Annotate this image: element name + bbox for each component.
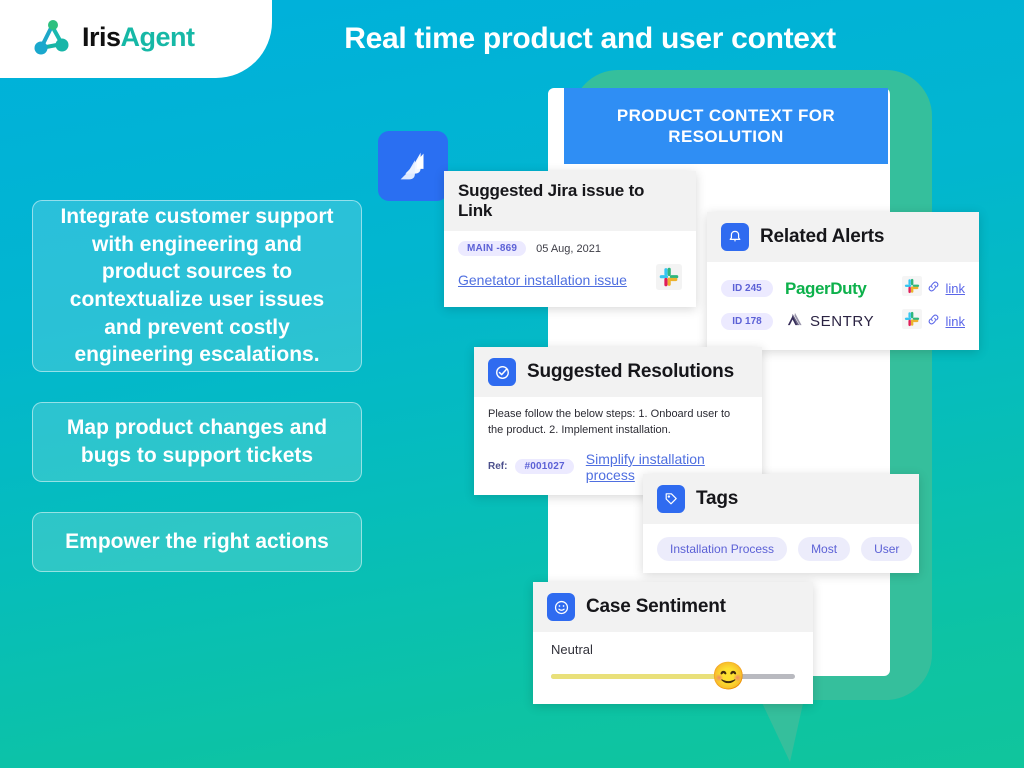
feature-card-3: Empower the right actions <box>32 512 362 572</box>
jira-meta-row: MAIN -869 05 Aug, 2021 <box>458 241 682 256</box>
case-sentiment-card[interactable]: Case Sentiment Neutral 😊 <box>533 582 813 704</box>
alert-id-badge: ID 245 <box>721 280 773 297</box>
sentiment-slider[interactable]: 😊 <box>551 661 795 691</box>
slack-icon[interactable] <box>902 309 923 334</box>
product-context-banner: PRODUCT CONTEXT FOR RESOLUTION <box>564 88 888 164</box>
tags-header: Tags <box>643 474 919 524</box>
suggested-jira-title: Suggested Jira issue to Link <box>458 181 645 220</box>
tags-body: Installation Process Most User <box>643 524 919 573</box>
feature-card-1: Integrate customer support with engineer… <box>32 200 362 372</box>
jira-issue-row: Genetator installation issue <box>458 264 682 295</box>
resolution-ref-label: Ref: <box>488 461 508 473</box>
jira-date: 05 Aug, 2021 <box>536 242 601 255</box>
suggested-jira-card[interactable]: Suggested Jira issue to Link MAIN -869 0… <box>444 171 696 307</box>
alert-actions: link <box>902 309 965 334</box>
case-sentiment-header: Case Sentiment <box>533 582 813 632</box>
brand-logo: IrisAgent <box>0 0 272 78</box>
feature-card-2-text: Map product changes and bugs to support … <box>66 416 328 467</box>
case-sentiment-title: Case Sentiment <box>586 596 726 617</box>
case-sentiment-body: Neutral 😊 <box>533 632 813 704</box>
suggested-jira-card-header: Suggested Jira issue to Link <box>444 171 696 231</box>
alert-link-label[interactable]: link <box>945 281 965 296</box>
alert-link-label[interactable]: link <box>945 314 965 329</box>
suggested-resolutions-title: Suggested Resolutions <box>527 361 734 382</box>
bell-icon <box>721 223 749 251</box>
infographic-canvas: IrisAgent Real time product and user con… <box>0 0 1024 768</box>
slack-icon[interactable] <box>902 276 923 301</box>
resolution-ref-badge: #001027 <box>515 459 574 475</box>
brand-wordmark: IrisAgent <box>82 22 195 53</box>
related-alerts-body: ID 245 PagerDuty link ID 178 SENTRY link <box>707 262 979 350</box>
check-circle-icon <box>488 358 516 386</box>
tag-icon <box>657 485 685 513</box>
feature-card-1-text: Integrate customer support with engineer… <box>60 204 334 367</box>
sentry-label: SENTRY <box>810 313 875 330</box>
tags-title: Tags <box>696 488 739 509</box>
alert-actions: link <box>902 276 965 301</box>
suggested-resolutions-card[interactable]: Suggested Resolutions Please follow the … <box>474 347 762 495</box>
alert-source: SENTRY <box>785 311 890 333</box>
related-alerts-card[interactable]: Related Alerts ID 245 PagerDuty link ID … <box>707 212 979 350</box>
alert-source: PagerDuty <box>785 279 890 299</box>
smiley-icon <box>547 593 575 621</box>
chain-link-icon[interactable] <box>927 313 940 331</box>
jira-issue-link[interactable]: Genetator installation issue <box>458 272 627 288</box>
related-alerts-title: Related Alerts <box>760 226 885 247</box>
tags-card[interactable]: Tags Installation Process Most User <box>643 474 919 573</box>
tag-chip[interactable]: Most <box>798 537 851 561</box>
suggested-jira-card-body: MAIN -869 05 Aug, 2021 Genetator install… <box>444 231 696 307</box>
brand-name-iris: Iris <box>82 21 121 52</box>
tag-list: Installation Process Most User <box>657 534 913 561</box>
pagerduty-logo: PagerDuty <box>785 278 867 298</box>
jira-issue-key-badge: MAIN -869 <box>458 241 527 256</box>
sentiment-value-label: Neutral <box>551 642 593 657</box>
molecule-icon <box>32 18 74 56</box>
tag-chip[interactable]: Installation Process <box>657 537 788 561</box>
feature-card-2: Map product changes and bugs to support … <box>32 402 362 482</box>
jira-icon <box>378 131 448 201</box>
table-row[interactable]: ID 178 SENTRY link <box>721 305 965 338</box>
suggested-resolutions-header: Suggested Resolutions <box>474 347 762 397</box>
sentry-logo <box>785 311 804 333</box>
resolution-steps-text: Please follow the below steps: 1. Onboar… <box>488 408 731 436</box>
slack-icon[interactable] <box>656 264 682 295</box>
brand-name-agent: Agent <box>120 21 196 52</box>
table-row[interactable]: ID 245 PagerDuty link <box>721 272 965 305</box>
product-context-banner-title: PRODUCT CONTEXT FOR RESOLUTION <box>616 105 836 146</box>
page-title: Real time product and user context <box>344 22 836 55</box>
chain-link-icon[interactable] <box>927 280 940 298</box>
sentiment-slider-fill <box>551 674 727 679</box>
related-alerts-header: Related Alerts <box>707 212 979 262</box>
tag-chip[interactable]: User <box>861 537 913 561</box>
sentiment-slider-thumb[interactable]: 😊 <box>712 661 746 691</box>
feature-card-3-text: Empower the right actions <box>65 530 329 554</box>
alert-id-badge: ID 178 <box>721 313 773 330</box>
